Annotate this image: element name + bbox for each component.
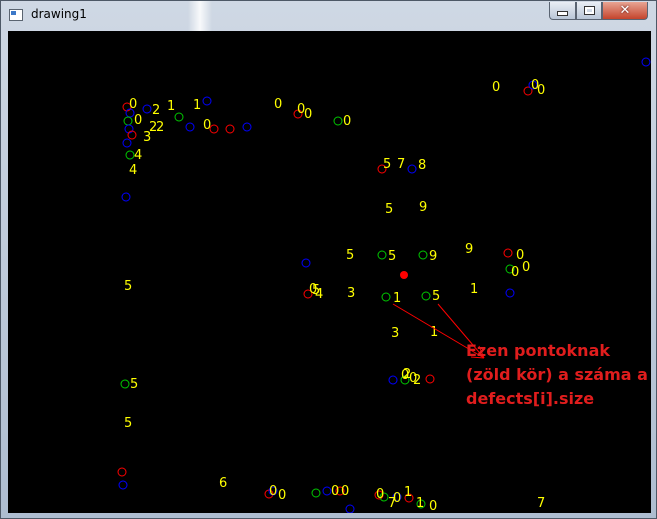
defect-label: 5 bbox=[388, 249, 396, 264]
red-circle bbox=[503, 248, 513, 258]
defect-label: 0 bbox=[343, 114, 351, 129]
defect-label: 2 bbox=[403, 367, 411, 382]
defect-label: 9 bbox=[429, 249, 437, 264]
defect-label: 1 bbox=[470, 282, 478, 297]
blue-circle bbox=[122, 138, 132, 148]
defect-label: 0 bbox=[341, 484, 349, 499]
app-window: drawing1 ✕ 02110000000022034457585955990… bbox=[0, 0, 657, 519]
window-title: drawing1 bbox=[31, 7, 87, 21]
title-bar-glare bbox=[188, 1, 212, 31]
drawing-svg: 0 2 1 1 0 00 00 000 22 0344 5 75859559 9 0010054 33115… bbox=[117, 57, 651, 513]
defect-label: 7 bbox=[537, 496, 545, 511]
annotation-line-1: Ezen pontoknak bbox=[466, 341, 610, 360]
defect-label: 4 bbox=[315, 287, 323, 302]
defect-label: 0 bbox=[269, 484, 277, 499]
defect-label: 0 bbox=[304, 107, 312, 122]
defect-label: 5 bbox=[130, 377, 138, 392]
defect-label: 1 bbox=[393, 291, 401, 306]
blue-circle bbox=[388, 375, 398, 385]
defect-label: 0 bbox=[278, 488, 286, 503]
defect-label: 0 bbox=[537, 83, 545, 98]
red-circle bbox=[117, 467, 127, 477]
green-circle bbox=[123, 116, 133, 126]
defect-label: 1 bbox=[416, 496, 424, 511]
drawing-canvas[interactable]: 0211000000002203445758595599001005433115… bbox=[8, 31, 651, 513]
defect-label: 4 bbox=[134, 148, 142, 163]
defect-label: 0 bbox=[522, 260, 530, 275]
blue-circle bbox=[301, 258, 311, 268]
green-circle bbox=[421, 291, 431, 301]
blue-circle bbox=[121, 192, 131, 202]
red-circle bbox=[225, 124, 235, 134]
defect-label: 0 bbox=[492, 80, 500, 95]
annotation-line-2: (zöld kör) a száma a bbox=[466, 365, 648, 384]
close-button[interactable]: ✕ bbox=[602, 2, 648, 20]
title-bar[interactable]: drawing1 ✕ bbox=[1, 1, 656, 31]
defect-label: 4 bbox=[129, 163, 137, 178]
defect-label: 3 bbox=[143, 130, 151, 145]
blue-circle bbox=[407, 164, 417, 174]
defect-label: 5 bbox=[385, 202, 393, 217]
defect-label: 1 bbox=[193, 98, 201, 113]
green-circle bbox=[381, 292, 391, 302]
defect-label: 0 bbox=[429, 499, 437, 513]
defect-label: 6 bbox=[219, 476, 227, 491]
green-circle bbox=[311, 488, 321, 498]
blue-circle bbox=[185, 122, 195, 132]
blue-circle bbox=[118, 480, 128, 490]
maximize-icon bbox=[583, 6, 595, 15]
defect-label: 5 bbox=[124, 416, 132, 431]
defect-label: 3 bbox=[347, 286, 355, 301]
defect-label: 1 bbox=[167, 99, 175, 114]
defect-label: 0 bbox=[376, 487, 384, 502]
defect-label: 7 bbox=[388, 496, 396, 511]
defect-label: 5 bbox=[383, 157, 391, 172]
window-app-icon bbox=[9, 9, 23, 21]
center-point bbox=[400, 271, 408, 279]
defect-label: 0 bbox=[274, 97, 282, 112]
blue-circle bbox=[142, 104, 152, 114]
defect-label: 5 bbox=[124, 279, 132, 294]
defect-label: 9 bbox=[465, 242, 473, 257]
defect-label: 0 bbox=[134, 113, 142, 128]
minimize-button[interactable] bbox=[549, 2, 576, 20]
green-circle bbox=[120, 379, 130, 389]
blue-circle bbox=[505, 288, 515, 298]
defect-label: 9 bbox=[419, 200, 427, 215]
blue-circle bbox=[242, 122, 252, 132]
blue-circle bbox=[345, 504, 355, 513]
close-icon: ✕ bbox=[619, 3, 631, 18]
defect-label: 0 bbox=[203, 118, 211, 133]
defect-label: 2 bbox=[413, 373, 421, 388]
defect-label: 0 bbox=[331, 484, 339, 499]
green-circle bbox=[125, 150, 135, 160]
defect-label: 2 bbox=[152, 103, 160, 118]
defect-label: 3 bbox=[391, 326, 399, 341]
annotation-text: Ezen pontoknak (zöld kör) a száma a defe… bbox=[466, 339, 648, 411]
blue-circle bbox=[202, 96, 212, 106]
defect-label: 8 bbox=[418, 158, 426, 173]
green-circle bbox=[174, 112, 184, 122]
defect-label: 1 bbox=[404, 485, 412, 500]
defect-label: 0 bbox=[129, 97, 137, 112]
green-circle bbox=[377, 250, 387, 260]
defect-label: 7 bbox=[397, 157, 405, 172]
green-circle bbox=[418, 250, 428, 260]
minimize-icon bbox=[557, 11, 568, 16]
defect-label: 5 bbox=[432, 289, 440, 304]
blue-circle bbox=[322, 486, 332, 496]
red-circle bbox=[425, 374, 435, 384]
defect-label: 0 bbox=[511, 265, 519, 280]
green-circle bbox=[333, 116, 343, 126]
annotation-line-3: defects[i].size bbox=[466, 389, 595, 408]
blue-circle bbox=[641, 57, 651, 67]
defect-label: 5 bbox=[346, 248, 354, 263]
maximize-button[interactable] bbox=[576, 2, 602, 20]
defect-label: 2 bbox=[156, 120, 164, 135]
